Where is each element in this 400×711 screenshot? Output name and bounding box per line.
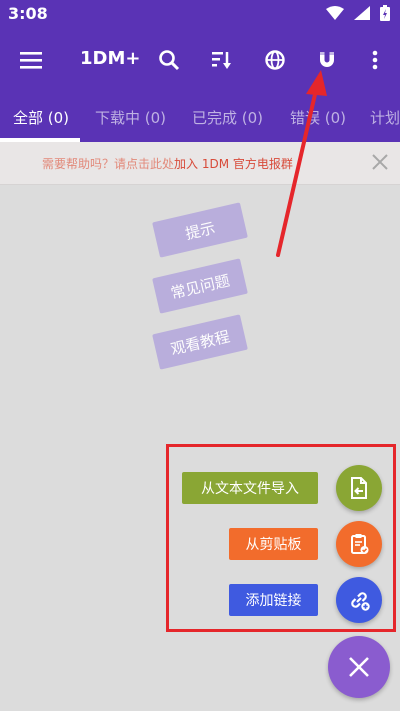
close-icon[interactable]: [368, 150, 392, 174]
search-icon[interactable]: [152, 43, 186, 77]
import-from-text-file-button[interactable]: 从文本文件导入: [182, 472, 318, 504]
help-prompt: 需要帮助吗？请点击此处: [42, 157, 175, 171]
from-clipboard-button[interactable]: 从剪贴板: [229, 528, 318, 560]
close-icon: [349, 657, 369, 677]
telegram-group-link[interactable]: 加入 1DM 官方电报群: [174, 157, 293, 171]
status-icons: [326, 5, 390, 21]
more-vert-icon[interactable]: [358, 43, 392, 77]
browser-globe-icon[interactable]: [258, 43, 292, 77]
tab-downloading[interactable]: 下载中 (0): [95, 107, 166, 128]
app-title: 1DM+: [80, 48, 141, 69]
wifi-icon: [326, 6, 344, 20]
tab-completed[interactable]: 已完成 (0): [192, 107, 263, 128]
tab-scheduled[interactable]: 计划: [370, 107, 400, 128]
status-time: 3:08: [8, 4, 48, 23]
add-link-button[interactable]: 添加链接: [229, 584, 318, 616]
help-text: 需要帮助吗？请点击此处加入 1DM 官方电报群: [42, 155, 293, 172]
app-bar: 1DM+: [0, 28, 400, 90]
import-file-icon[interactable]: [336, 465, 382, 511]
clipboard-icon[interactable]: [336, 521, 382, 567]
add-link-icon[interactable]: [336, 577, 382, 623]
help-banner[interactable]: 需要帮助吗？请点击此处加入 1DM 官方电报群: [0, 142, 400, 185]
tab-all[interactable]: 全部 (0): [13, 107, 69, 128]
menu-icon[interactable]: [14, 43, 48, 77]
tab-bar: 全部 (0) 下载中 (0) 已完成 (0) 错误 (0) 计划: [0, 90, 400, 142]
battery-icon: [380, 5, 390, 21]
tab-errors[interactable]: 错误 (0): [290, 107, 346, 128]
close-fab-menu-button[interactable]: [328, 636, 390, 698]
sort-icon[interactable]: [204, 43, 238, 77]
signal-icon: [354, 6, 370, 20]
magnet-icon[interactable]: [310, 43, 344, 77]
status-bar: 3:08: [0, 0, 400, 28]
